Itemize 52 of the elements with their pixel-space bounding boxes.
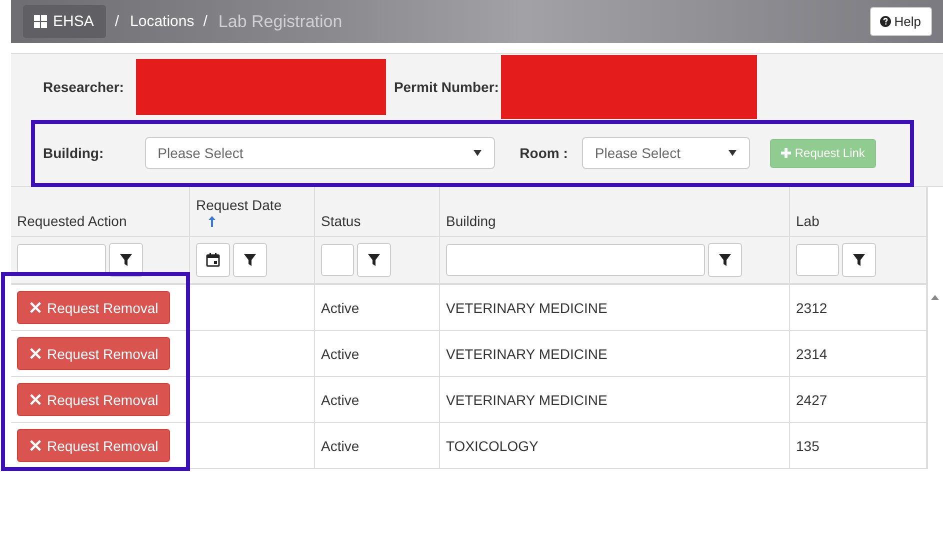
table-cell: 2314 bbox=[796, 346, 828, 362]
request-removal-button[interactable]: Request Removal bbox=[17, 429, 170, 462]
filter-button[interactable] bbox=[708, 243, 742, 277]
app-button[interactable]: EHSA bbox=[23, 5, 106, 38]
help-icon bbox=[880, 16, 892, 27]
filter-button[interactable] bbox=[233, 243, 267, 277]
field-label: Researcher: bbox=[43, 79, 124, 95]
help-button[interactable]: Help bbox=[870, 7, 932, 36]
filter-icon bbox=[368, 254, 380, 266]
table-cell: VETERINARY MEDICINE bbox=[446, 346, 608, 362]
grid-icon bbox=[34, 15, 47, 28]
request-removal-button[interactable]: Request Removal bbox=[17, 291, 170, 324]
field-label: Permit Number: bbox=[394, 79, 499, 95]
caret-icon bbox=[728, 150, 737, 156]
table-cell: Active bbox=[321, 346, 360, 362]
table-cell: 135 bbox=[796, 438, 820, 454]
request-removal-button[interactable]: Request Removal bbox=[17, 383, 170, 416]
calendar-icon bbox=[206, 253, 220, 267]
close-icon bbox=[30, 394, 41, 405]
filter-icon bbox=[120, 254, 132, 266]
table-cell: VETERINARY MEDICINE bbox=[446, 392, 608, 408]
breadcrumb-separator: / bbox=[114, 13, 120, 30]
dropdown[interactable]: Please Select bbox=[582, 137, 750, 169]
calendar-button[interactable] bbox=[196, 243, 230, 277]
table-cell: 2427 bbox=[796, 392, 828, 408]
table-cell: Active bbox=[321, 438, 360, 454]
close-icon bbox=[30, 348, 41, 359]
breadcrumb-current: Lab Registration bbox=[218, 12, 342, 32]
scroll-up-icon bbox=[930, 295, 938, 300]
filter-icon bbox=[719, 254, 731, 266]
request-removal-button[interactable]: Request Removal bbox=[17, 337, 170, 370]
filter-button[interactable] bbox=[842, 243, 876, 277]
field-label: Building: bbox=[43, 145, 104, 161]
filter-icon bbox=[853, 254, 865, 266]
table-cell: TOXICOLOGY bbox=[446, 438, 538, 454]
dropdown[interactable]: Please Select bbox=[144, 137, 495, 169]
filter-button[interactable] bbox=[357, 243, 391, 277]
filter-field[interactable] bbox=[796, 244, 839, 276]
close-icon bbox=[30, 440, 41, 451]
table-cell: VETERINARY MEDICINE bbox=[446, 300, 608, 316]
plus-icon bbox=[780, 148, 791, 158]
caret-icon bbox=[472, 150, 482, 156]
field-label: Room : bbox=[520, 145, 568, 161]
filter-field[interactable] bbox=[321, 244, 354, 276]
breadcrumb-separator: / bbox=[203, 13, 208, 30]
table-cell: 2312 bbox=[796, 300, 828, 316]
filter-field[interactable] bbox=[446, 244, 705, 276]
table-cell: Active bbox=[321, 300, 360, 316]
close-icon bbox=[30, 302, 41, 313]
filter-icon bbox=[244, 254, 256, 266]
table-cell: Active bbox=[321, 392, 360, 408]
breadcrumb-link[interactable]: Locations bbox=[130, 13, 194, 30]
